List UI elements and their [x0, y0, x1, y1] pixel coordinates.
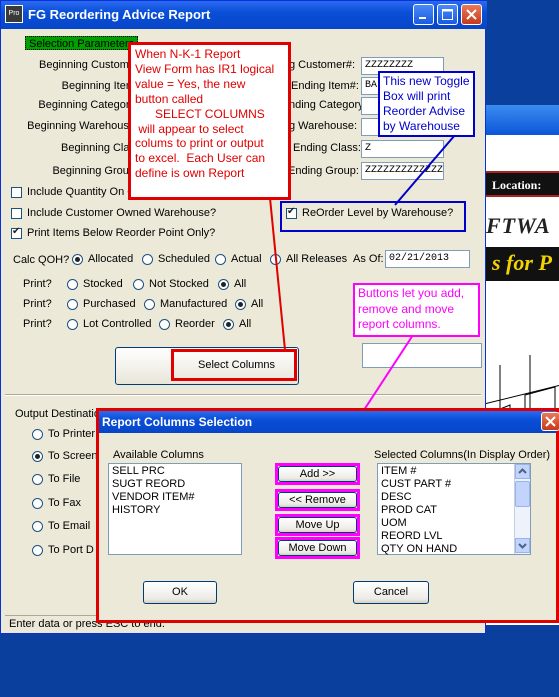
- dialog-titlebar: Report Columns Selection: [99, 411, 559, 433]
- scroll-down-button[interactable]: [515, 538, 530, 553]
- close-icon: [545, 416, 556, 427]
- available-columns-header: Available Columns: [113, 449, 204, 461]
- report-columns-dialog: Report Columns Selection Available Colum…: [96, 408, 559, 623]
- selected-columns-header: Selected Columns(In Display Order): [374, 449, 551, 461]
- dialog-close-button[interactable]: [541, 412, 559, 431]
- list-item[interactable]: VENDOR ITEM#: [112, 491, 238, 504]
- list-item[interactable]: ITEM #: [381, 465, 527, 478]
- cancel-button[interactable]: Cancel: [353, 581, 429, 604]
- ok-button[interactable]: OK: [143, 581, 217, 604]
- available-columns-list[interactable]: SELL PRC SUGT REORD VENDOR ITEM# HISTORY: [108, 463, 242, 555]
- selected-columns-list[interactable]: ITEM # CUST PART # DESC PROD CAT UOM REO…: [377, 463, 531, 555]
- move-up-button[interactable]: Move Up: [278, 517, 357, 533]
- move-down-button[interactable]: Move Down: [278, 540, 357, 556]
- list-item[interactable]: REORD LVL: [381, 530, 527, 543]
- chevron-down-icon: [518, 543, 527, 549]
- dialog-title: Report Columns Selection: [102, 415, 253, 429]
- list-item[interactable]: SELL PRC: [112, 465, 238, 478]
- add-button[interactable]: Add >>: [278, 466, 357, 482]
- chevron-up-icon: [518, 468, 527, 474]
- remove-button[interactable]: << Remove: [278, 492, 357, 508]
- list-item[interactable]: HISTORY: [112, 504, 238, 517]
- scroll-up-button[interactable]: [515, 464, 530, 479]
- buttons-callout-text: Buttons let you add, remove and move rep…: [355, 285, 478, 335]
- list-item[interactable]: SUGT REORD: [112, 478, 238, 491]
- list-item[interactable]: DESC: [381, 491, 527, 504]
- list-item[interactable]: CUST PART #: [381, 478, 527, 491]
- toggle-callout-text: This new Toggle Box will print Reorder A…: [380, 73, 473, 135]
- scroll-thumb[interactable]: [515, 481, 530, 507]
- list-item[interactable]: QTY ON HAND: [381, 543, 527, 556]
- selected-list-scrollbar[interactable]: [514, 464, 530, 554]
- list-item[interactable]: PROD CAT: [381, 504, 527, 517]
- list-item[interactable]: UOM: [381, 517, 527, 530]
